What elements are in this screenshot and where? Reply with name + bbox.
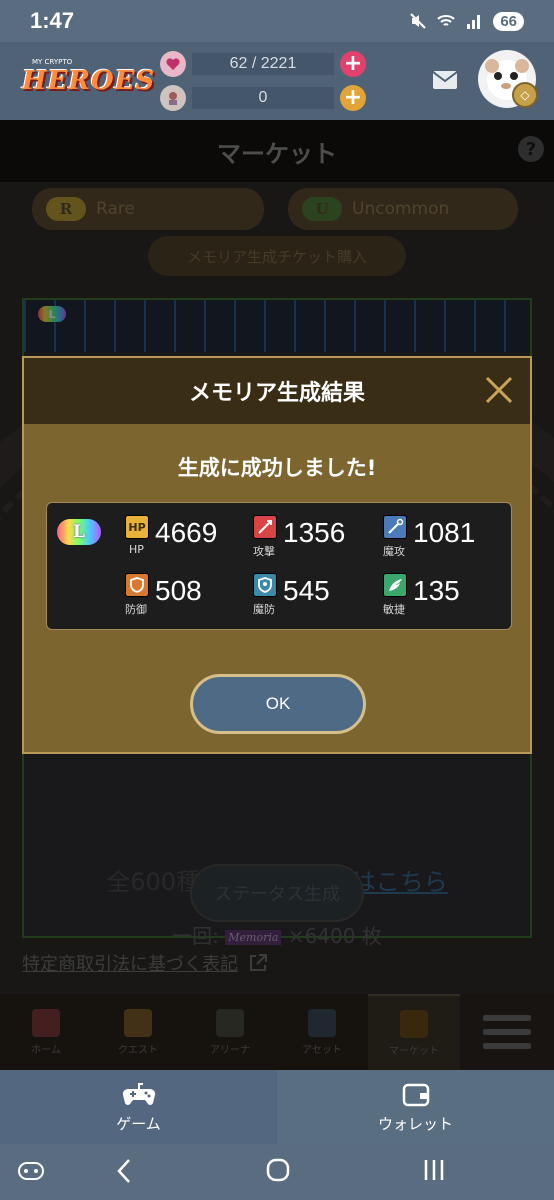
battery-indicator: 66 bbox=[493, 11, 524, 31]
shield-icon bbox=[125, 573, 149, 597]
back-icon[interactable] bbox=[116, 1158, 132, 1184]
stat-magic-attack-value: 1081 bbox=[413, 517, 476, 548]
stat-magic-defense-label: 魔防 bbox=[253, 603, 275, 616]
legendary-badge: L bbox=[57, 519, 101, 545]
mute-icon bbox=[410, 13, 427, 29]
tab-game[interactable]: ゲーム bbox=[0, 1070, 277, 1144]
signal-icon bbox=[467, 15, 481, 29]
stat-hp-value: 4669 bbox=[155, 517, 218, 548]
wing-icon bbox=[383, 573, 407, 597]
stat-agility: 敏捷 135 bbox=[383, 573, 503, 623]
stat-attack-value: 1356 bbox=[283, 517, 346, 548]
gamepad-icon bbox=[122, 1082, 155, 1105]
stat-defense: 防御 508 bbox=[125, 573, 245, 623]
logo-text: HEROES bbox=[22, 66, 156, 96]
stat-agility-value: 135 bbox=[413, 575, 460, 606]
logo-subtitle: MY CRYPTO bbox=[32, 58, 73, 66]
add-currency-button[interactable]: + bbox=[340, 85, 366, 111]
stat-defense-value: 508 bbox=[155, 575, 202, 606]
dialog-title: メモリア生成結果 bbox=[188, 381, 365, 406]
stat-hp: HP HP 4669 bbox=[125, 515, 245, 565]
stat-magic-attack: 魔攻 1081 bbox=[383, 515, 503, 565]
add-stamina-button[interactable]: + bbox=[340, 51, 366, 77]
heart-icon bbox=[160, 51, 186, 77]
memoria-result-dialog: メモリア生成結果 生成に成功しました! L HP HP 4669 攻撃 1356… bbox=[22, 356, 532, 754]
wifi-icon bbox=[437, 15, 456, 26]
magic-shield-icon bbox=[253, 573, 277, 597]
currency-value: 0 bbox=[192, 87, 334, 109]
status-icons: 66 bbox=[409, 11, 524, 31]
wallet-icon bbox=[402, 1083, 429, 1106]
stamina-row: 62 / 2221 + bbox=[160, 50, 366, 78]
home-button-icon[interactable] bbox=[266, 1158, 290, 1182]
stamina-value: 62 / 2221 bbox=[192, 53, 334, 75]
game-launcher-icon[interactable] bbox=[18, 1160, 44, 1182]
tab-game-label: ゲーム bbox=[116, 1114, 161, 1133]
success-message: 生成に成功しました! bbox=[177, 456, 377, 480]
mail-icon[interactable] bbox=[432, 70, 458, 90]
tab-wallet[interactable]: ウォレット bbox=[277, 1070, 554, 1144]
wand-icon bbox=[383, 515, 407, 539]
currency-row: 0 + bbox=[160, 84, 366, 112]
dialog-header: メモリア生成結果 bbox=[24, 358, 530, 424]
stat-attack-label: 攻撃 bbox=[253, 545, 275, 558]
status-bar: 1:47 66 bbox=[0, 0, 554, 42]
system-navigation-bar bbox=[0, 1144, 554, 1200]
ok-button[interactable]: OK bbox=[190, 674, 366, 734]
hp-icon: HP bbox=[125, 515, 149, 539]
sword-icon bbox=[253, 515, 277, 539]
status-time: 1:47 bbox=[30, 8, 75, 33]
stats-panel: L HP HP 4669 攻撃 1356 魔攻 1081 防御 508 魔防 5… bbox=[46, 502, 512, 630]
stat-magic-attack-label: 魔攻 bbox=[383, 545, 405, 558]
app-header: MY CRYPTO HEROES 62 / 2221 + 0 + ◇ bbox=[0, 42, 554, 120]
stat-attack: 攻撃 1356 bbox=[253, 515, 373, 565]
recents-icon[interactable] bbox=[422, 1158, 446, 1182]
close-icon[interactable] bbox=[484, 375, 514, 405]
stat-magic-defense: 魔防 545 bbox=[253, 573, 373, 623]
tab-wallet-label: ウォレット bbox=[377, 1114, 453, 1133]
app-logo[interactable]: MY CRYPTO HEROES bbox=[22, 54, 154, 104]
app-tab-bar: ゲーム ウォレット bbox=[0, 1070, 554, 1144]
stat-agility-label: 敏捷 bbox=[383, 603, 405, 616]
stat-defense-label: 防御 bbox=[125, 603, 147, 616]
stat-magic-defense-value: 545 bbox=[283, 575, 330, 606]
character-coin-icon bbox=[160, 85, 186, 111]
diamond-icon: ◇ bbox=[512, 82, 538, 108]
